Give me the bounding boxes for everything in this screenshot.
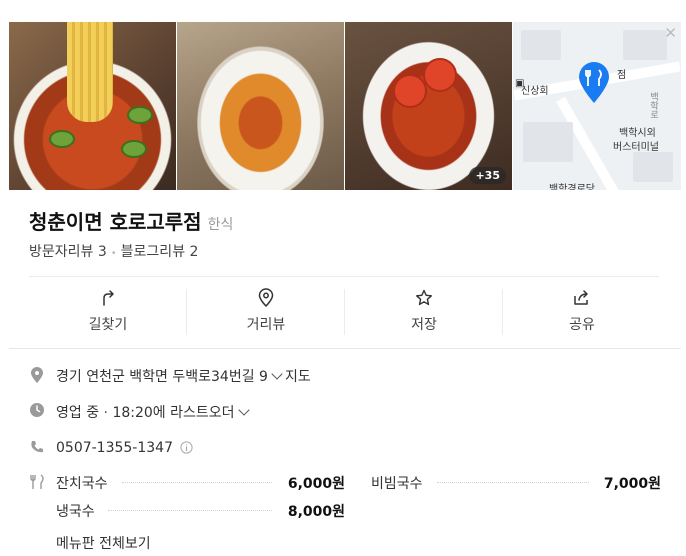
tomato	[393, 74, 427, 108]
restaurant-pin-icon[interactable]	[577, 62, 611, 104]
noodle-strands	[67, 22, 113, 122]
info-icon[interactable]	[180, 441, 194, 454]
phone-number[interactable]: 0507-1355-1347	[56, 440, 173, 456]
view-full-menu-link[interactable]: 메뉴판 전체보기	[56, 533, 151, 553]
directions-icon	[103, 290, 114, 306]
street-view-button[interactable]: 거리뷰	[187, 287, 345, 337]
share-icon	[574, 290, 588, 305]
menu-item-price: 7,000원	[603, 476, 661, 492]
map-block	[633, 152, 673, 182]
place-name[interactable]: 청춘이면 호로고루점	[29, 210, 202, 234]
menu-utensils-icon	[30, 474, 44, 489]
map-label: 점	[617, 70, 627, 81]
map-label: 백학로	[648, 92, 658, 119]
separator-dot: •	[110, 248, 117, 259]
action-bar: 길찾기 거리뷰 저장 공유	[29, 287, 661, 337]
map-label: 버스터미널	[613, 142, 659, 153]
menu-item-price: 8,000원	[287, 504, 345, 520]
map-block	[623, 30, 667, 60]
title-row: 청춘이면 호로고루점 한식	[29, 206, 233, 235]
directions-button[interactable]: 길찾기	[29, 287, 187, 337]
photo-strip: +35 ▣ 신상회 점 백학시외 버스터미널 백학로 백학경로당 ✕	[9, 22, 681, 190]
leader-dots	[108, 510, 272, 512]
photo-noodle-soup[interactable]	[9, 22, 176, 190]
share-label: 공유	[569, 317, 595, 333]
last-order-text: 18:20에 라스트오더	[112, 405, 235, 421]
map-link[interactable]: 지도	[285, 369, 311, 385]
zucchini-slice	[121, 140, 147, 158]
save-button[interactable]: 저장	[345, 287, 503, 337]
clock-icon	[30, 403, 44, 417]
phone-row: 0507-1355-1347	[29, 439, 429, 459]
leader-dots	[437, 482, 589, 484]
address-text: 경기 연천군 백학면 두백로34번길 9	[56, 369, 268, 385]
visitor-review-link[interactable]: 방문자리뷰 3	[29, 244, 107, 260]
photo-jajang-noodle[interactable]	[177, 22, 344, 190]
street-view-label: 거리뷰	[246, 317, 286, 333]
chevron-down-icon[interactable]	[237, 404, 250, 416]
open-status: 영업 중	[56, 405, 100, 421]
leader-dots	[122, 482, 272, 484]
directions-label: 길찾기	[88, 317, 128, 333]
map-label: 백학시외	[619, 128, 656, 139]
zucchini-slice	[127, 106, 153, 124]
chevron-down-icon[interactable]	[271, 368, 283, 380]
menu-item-name: 잔치국수	[56, 476, 108, 492]
map-block	[523, 122, 573, 162]
map-label: 신상회	[521, 86, 549, 97]
map-block	[521, 30, 561, 60]
hours-row: 영업 중 · 18:20에 라스트오더	[29, 402, 429, 422]
place-card: +35 ▣ 신상회 점 백학시외 버스터미널 백학로 백학경로당 ✕ 청춘이면 …	[9, 22, 681, 556]
separator-dot: ·	[99, 405, 113, 421]
map-label: 백학경로당	[549, 184, 595, 190]
tomato	[423, 58, 457, 92]
menu-item-name: 비빔국수	[371, 476, 423, 492]
save-label: 저장	[411, 317, 437, 333]
menu-item: 비빔국수 7,000원	[371, 473, 661, 493]
mini-map[interactable]: ▣ 신상회 점 백학시외 버스터미널 백학로 백학경로당 ✕	[513, 22, 681, 190]
location-pin-icon	[258, 288, 274, 308]
menu-item-price: 6,000원	[287, 476, 345, 492]
close-icon[interactable]: ✕	[664, 24, 677, 42]
blog-review-link[interactable]: 블로그리뷰 2	[121, 244, 199, 260]
divider	[29, 276, 659, 277]
location-icon	[31, 367, 43, 383]
divider	[9, 348, 681, 349]
more-photos-badge[interactable]: +35	[469, 167, 506, 184]
star-icon	[416, 289, 432, 306]
photo-spicy-dish[interactable]: +35	[345, 22, 512, 190]
menu-item: 냉국수 8,000원	[56, 501, 345, 521]
menu-item-name: 냉국수	[56, 504, 95, 520]
menu-item: 잔치국수 6,000원	[56, 473, 345, 493]
phone-icon	[31, 441, 43, 453]
share-button[interactable]: 공유	[503, 287, 661, 337]
zucchini-slice	[49, 130, 75, 148]
address-row: 경기 연천군 백학면 두백로34번길 9 지도	[29, 366, 429, 386]
place-category: 한식	[207, 217, 234, 233]
review-counts: 방문자리뷰 3 • 블로그리뷰 2	[29, 241, 198, 261]
